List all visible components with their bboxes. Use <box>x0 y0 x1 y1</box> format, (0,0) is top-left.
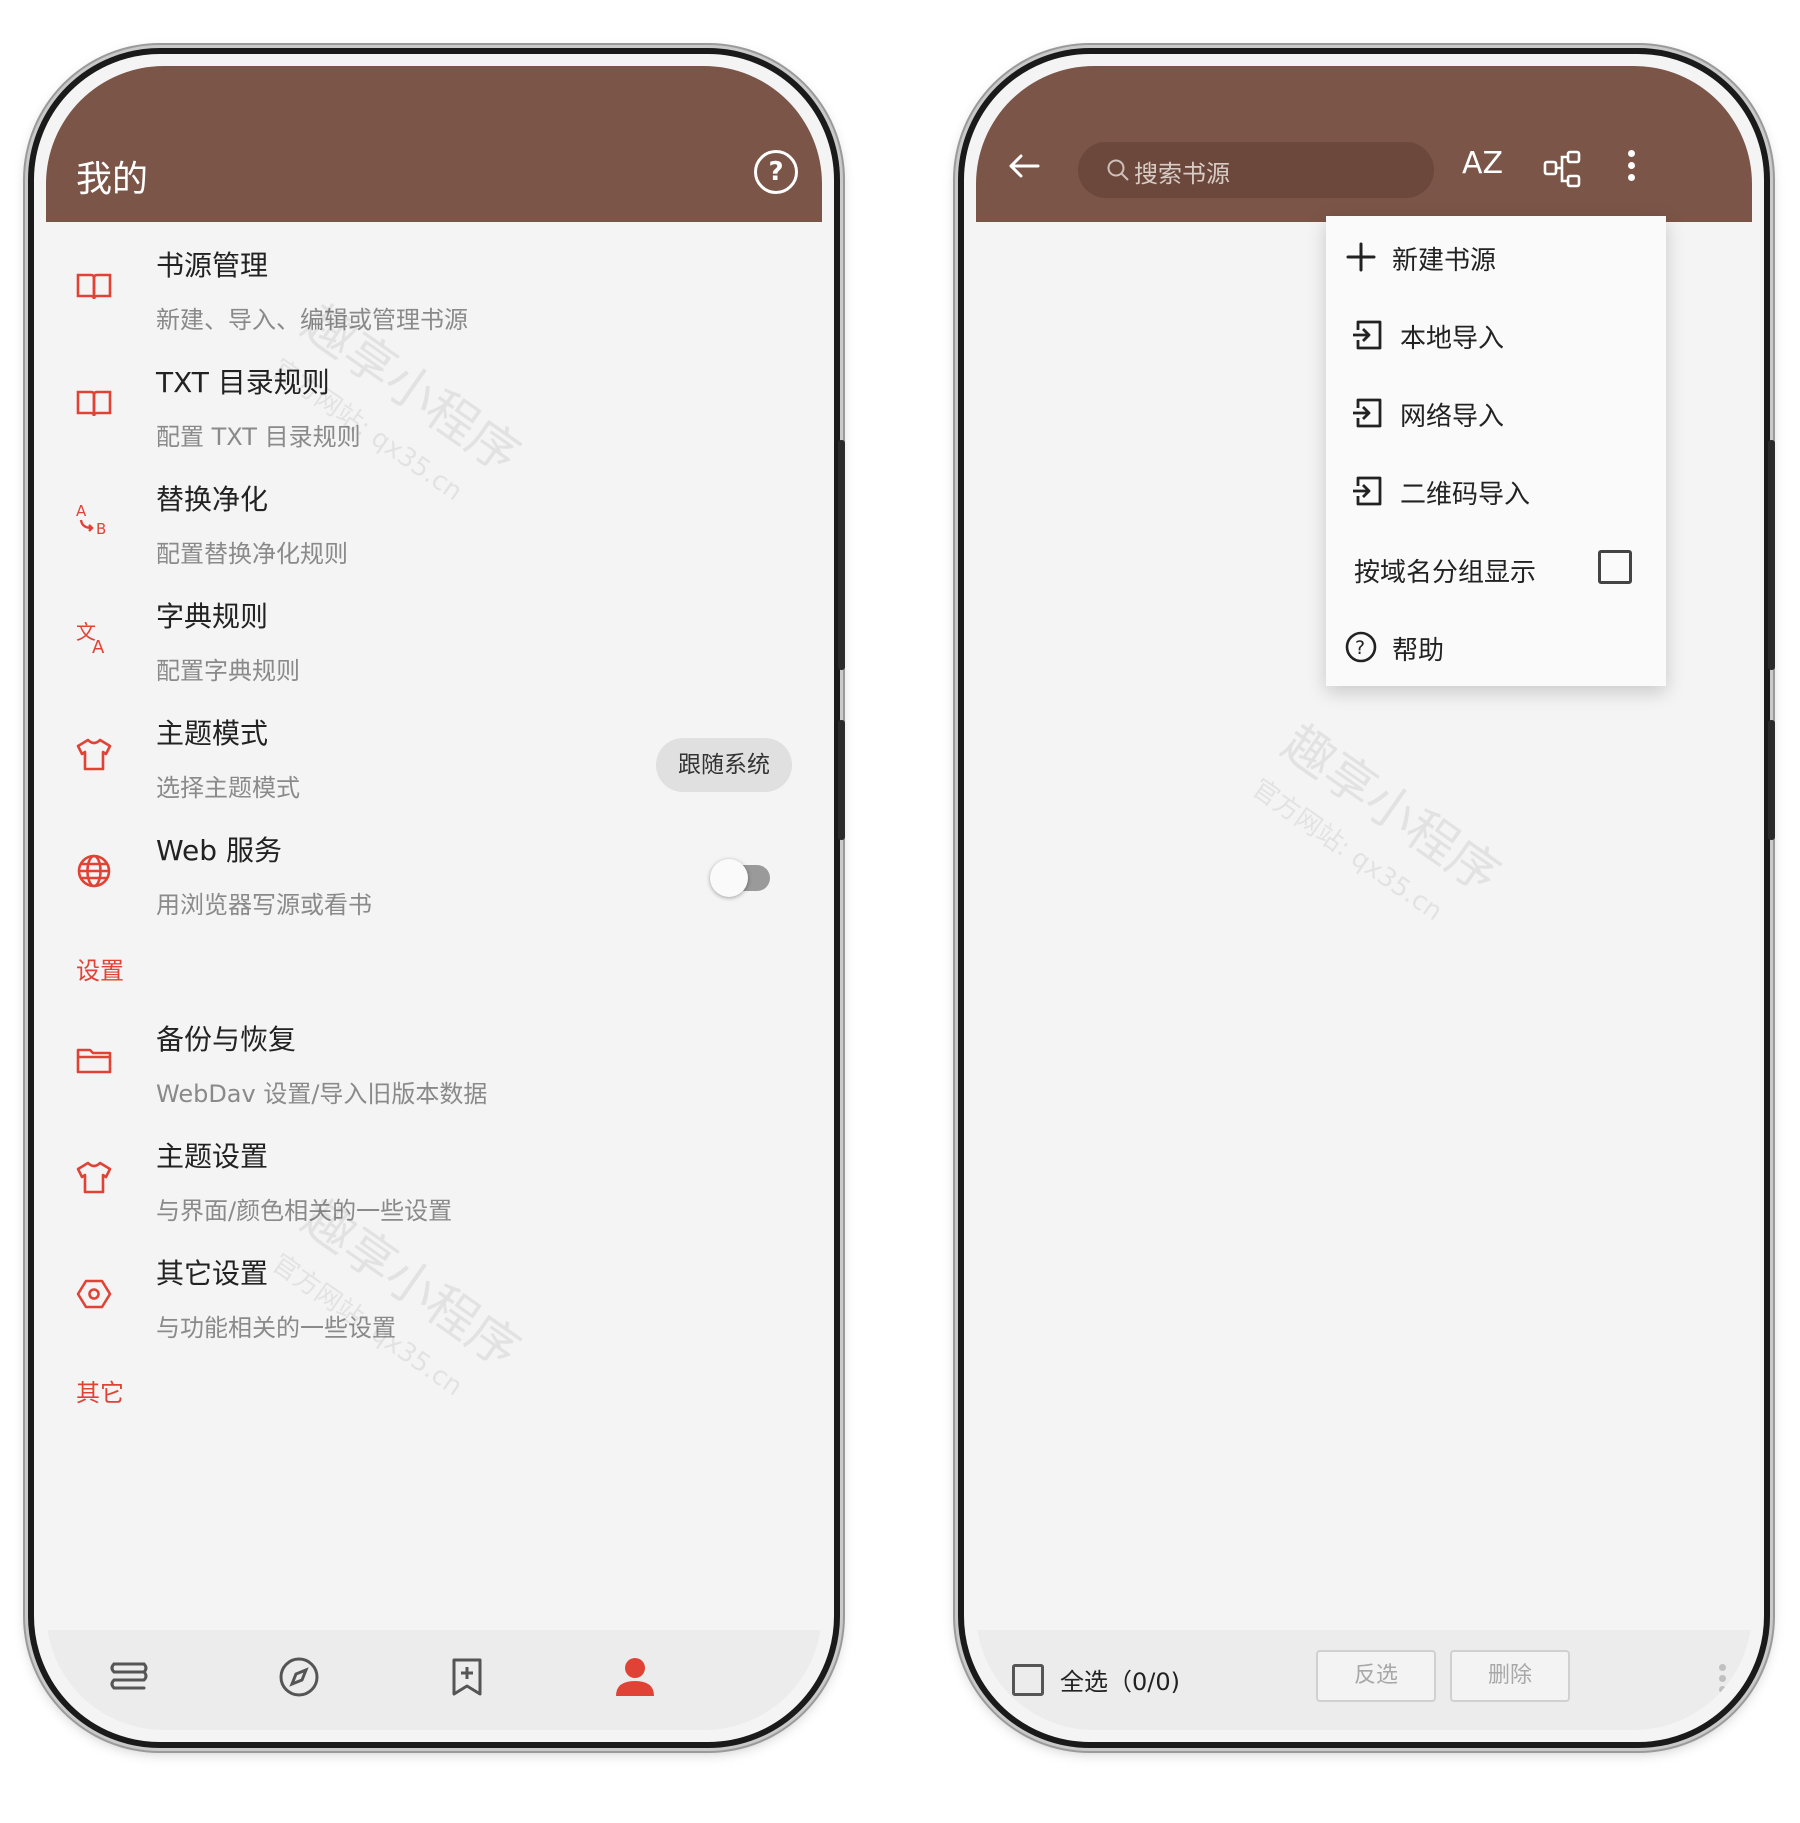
side-button <box>1768 440 1775 670</box>
item-title: 替换净化 <box>156 483 269 516</box>
group-tree-icon[interactable] <box>1542 148 1584 190</box>
theme-mode-select[interactable]: 跟随系统 <box>656 738 792 792</box>
menu-item-replace[interactable]: A B 替换净化 配置替换净化规则 <box>46 456 822 591</box>
item-subtitle: 用浏览器写源或看书 <box>156 891 372 919</box>
svg-text:B: B <box>96 520 106 538</box>
toolbar: 我的 ? <box>46 66 822 222</box>
watermark-line2: 官方网站: qx35.cn <box>1246 773 1448 928</box>
menu-item-txt-rules[interactable]: TXT 目录规则 配置 TXT 目录规则 <box>46 339 822 474</box>
menu-item-backup[interactable]: 备份与恢复 WebDav 设置/导入旧版本数据 <box>46 996 822 1131</box>
sort-az-icon[interactable]: AZ <box>1462 146 1503 181</box>
item-title: TXT 目录规则 <box>156 366 330 399</box>
section-settings: 设置 <box>76 957 124 985</box>
import-icon <box>1353 476 1382 506</box>
menu-help[interactable]: ? 帮助 <box>1326 608 1666 686</box>
search-icon <box>1107 159 1129 181</box>
group-by-domain-checkbox[interactable] <box>1598 550 1632 584</box>
help-icon[interactable]: ? <box>754 150 798 194</box>
menu-label: 二维码导入 <box>1400 480 1531 510</box>
more-vert-icon[interactable] <box>1628 150 1636 181</box>
menu-item-web-service[interactable]: Web 服务 用浏览器写源或看书 <box>46 807 822 942</box>
side-button <box>1768 720 1775 840</box>
import-icon <box>1353 320 1382 350</box>
delete-button[interactable]: 删除 <box>1450 1650 1570 1702</box>
globe-icon <box>77 854 111 888</box>
menu-item-theme-mode[interactable]: 主题模式 选择主题模式 跟随系统 <box>46 690 822 825</box>
menu-new-source[interactable]: 新建书源 <box>1326 218 1666 296</box>
item-subtitle: 配置替换净化规则 <box>156 540 348 568</box>
svg-text:?: ? <box>1355 637 1365 659</box>
left-screen: 我的 ? 书源管理 新建、导入、编辑或管理书源 TXT 目录规则 配置 TXT … <box>46 66 822 1730</box>
menu-item-book-source[interactable]: 书源管理 新建、导入、编辑或管理书源 <box>46 222 822 357</box>
hex-gear-icon <box>76 1279 112 1309</box>
menu-item-theme-settings[interactable]: 主题设置 与界面/颜色相关的一些设置 <box>46 1113 822 1248</box>
book-open-icon <box>76 273 112 300</box>
bottom-nav <box>46 1630 822 1730</box>
back-arrow-icon[interactable] <box>1004 146 1044 186</box>
item-title: 主题模式 <box>156 717 269 750</box>
more-vert-icon[interactable] <box>1718 1660 1726 1700</box>
shirt-icon <box>76 738 112 771</box>
right-screen: 搜索书源 AZ 趣享小程序 官方网站: qx35.cn 新建书源 本地导入 网络… <box>976 66 1752 1730</box>
item-subtitle: WebDav 设置/导入旧版本数据 <box>156 1080 488 1108</box>
item-subtitle: 与功能相关的一些设置 <box>156 1314 396 1342</box>
section-other: 其它 <box>76 1379 124 1407</box>
shirt-icon <box>76 1161 112 1194</box>
item-subtitle: 配置字典规则 <box>156 657 300 685</box>
person-icon[interactable] <box>612 1654 658 1700</box>
svg-text:A: A <box>76 502 87 520</box>
invert-selection-button[interactable]: 反选 <box>1316 1650 1436 1702</box>
menu-label: 本地导入 <box>1400 324 1505 354</box>
menu-network-import[interactable]: 网络导入 <box>1326 374 1666 452</box>
select-all-label[interactable]: 全选（0/0) <box>1060 1662 1180 1697</box>
plus-icon <box>1346 242 1376 272</box>
watermark: 趣享小程序 官方网站: qx35.cn <box>1246 705 1517 943</box>
item-title: 字典规则 <box>156 600 269 633</box>
item-subtitle: 与界面/颜色相关的一些设置 <box>156 1197 453 1225</box>
watermark-line1: 趣享小程序 <box>1272 713 1511 905</box>
menu-group-by-domain[interactable]: 按域名分组显示 <box>1326 530 1666 608</box>
toggle-knob <box>710 859 748 897</box>
item-title: Web 服务 <box>156 834 282 867</box>
bookshelf-icon[interactable] <box>106 1654 152 1700</box>
menu-label: 新建书源 <box>1392 246 1497 276</box>
item-subtitle: 新建、导入、编辑或管理书源 <box>156 306 468 334</box>
page-title: 我的 <box>76 159 149 200</box>
item-title: 备份与恢复 <box>156 1023 297 1056</box>
web-service-toggle[interactable] <box>710 859 770 897</box>
svg-text:A: A <box>92 637 105 657</box>
left-phone: 我的 ? 书源管理 新建、导入、编辑或管理书源 TXT 目录规则 配置 TXT … <box>28 48 840 1748</box>
folder-icon <box>76 1048 112 1074</box>
select-all-checkbox[interactable] <box>1012 1664 1044 1696</box>
right-phone: 搜索书源 AZ 趣享小程序 官方网站: qx35.cn 新建书源 本地导入 网络… <box>958 48 1770 1748</box>
item-subtitle: 配置 TXT 目录规则 <box>156 423 361 451</box>
menu-item-other-settings[interactable]: 其它设置 与功能相关的一些设置 <box>46 1230 822 1365</box>
translate-icon: 文 A <box>76 620 105 657</box>
compass-icon[interactable] <box>276 1654 322 1700</box>
search-input[interactable]: 搜索书源 <box>1078 142 1434 198</box>
replace-ab-icon: A B <box>76 502 106 538</box>
menu-qrcode-import[interactable]: 二维码导入 <box>1326 452 1666 530</box>
side-button <box>838 440 845 670</box>
overflow-menu: 新建书源 本地导入 网络导入 二维码导入 按域名分组显示 ? 帮助 <box>1326 216 1666 686</box>
help-circle-icon: ? <box>1345 631 1377 663</box>
book-open-icon <box>76 390 112 417</box>
menu-label: 网络导入 <box>1400 402 1505 432</box>
toolbar: 搜索书源 AZ <box>976 66 1752 222</box>
item-title: 其它设置 <box>156 1257 269 1290</box>
menu-item-dictionary[interactable]: 文 A 字典规则 配置字典规则 <box>46 573 822 708</box>
import-icon <box>1353 398 1382 428</box>
selection-bar: 全选（0/0) 反选 删除 <box>976 1630 1752 1730</box>
menu-label: 帮助 <box>1392 636 1445 666</box>
item-title: 主题设置 <box>156 1140 269 1173</box>
bookmark-add-icon[interactable] <box>444 1654 490 1700</box>
menu-local-import[interactable]: 本地导入 <box>1326 296 1666 374</box>
menu-label: 按域名分组显示 <box>1354 558 1537 588</box>
side-button <box>838 720 845 840</box>
item-title: 书源管理 <box>156 249 269 282</box>
item-subtitle: 选择主题模式 <box>156 774 300 802</box>
search-placeholder: 搜索书源 <box>1134 160 1230 188</box>
